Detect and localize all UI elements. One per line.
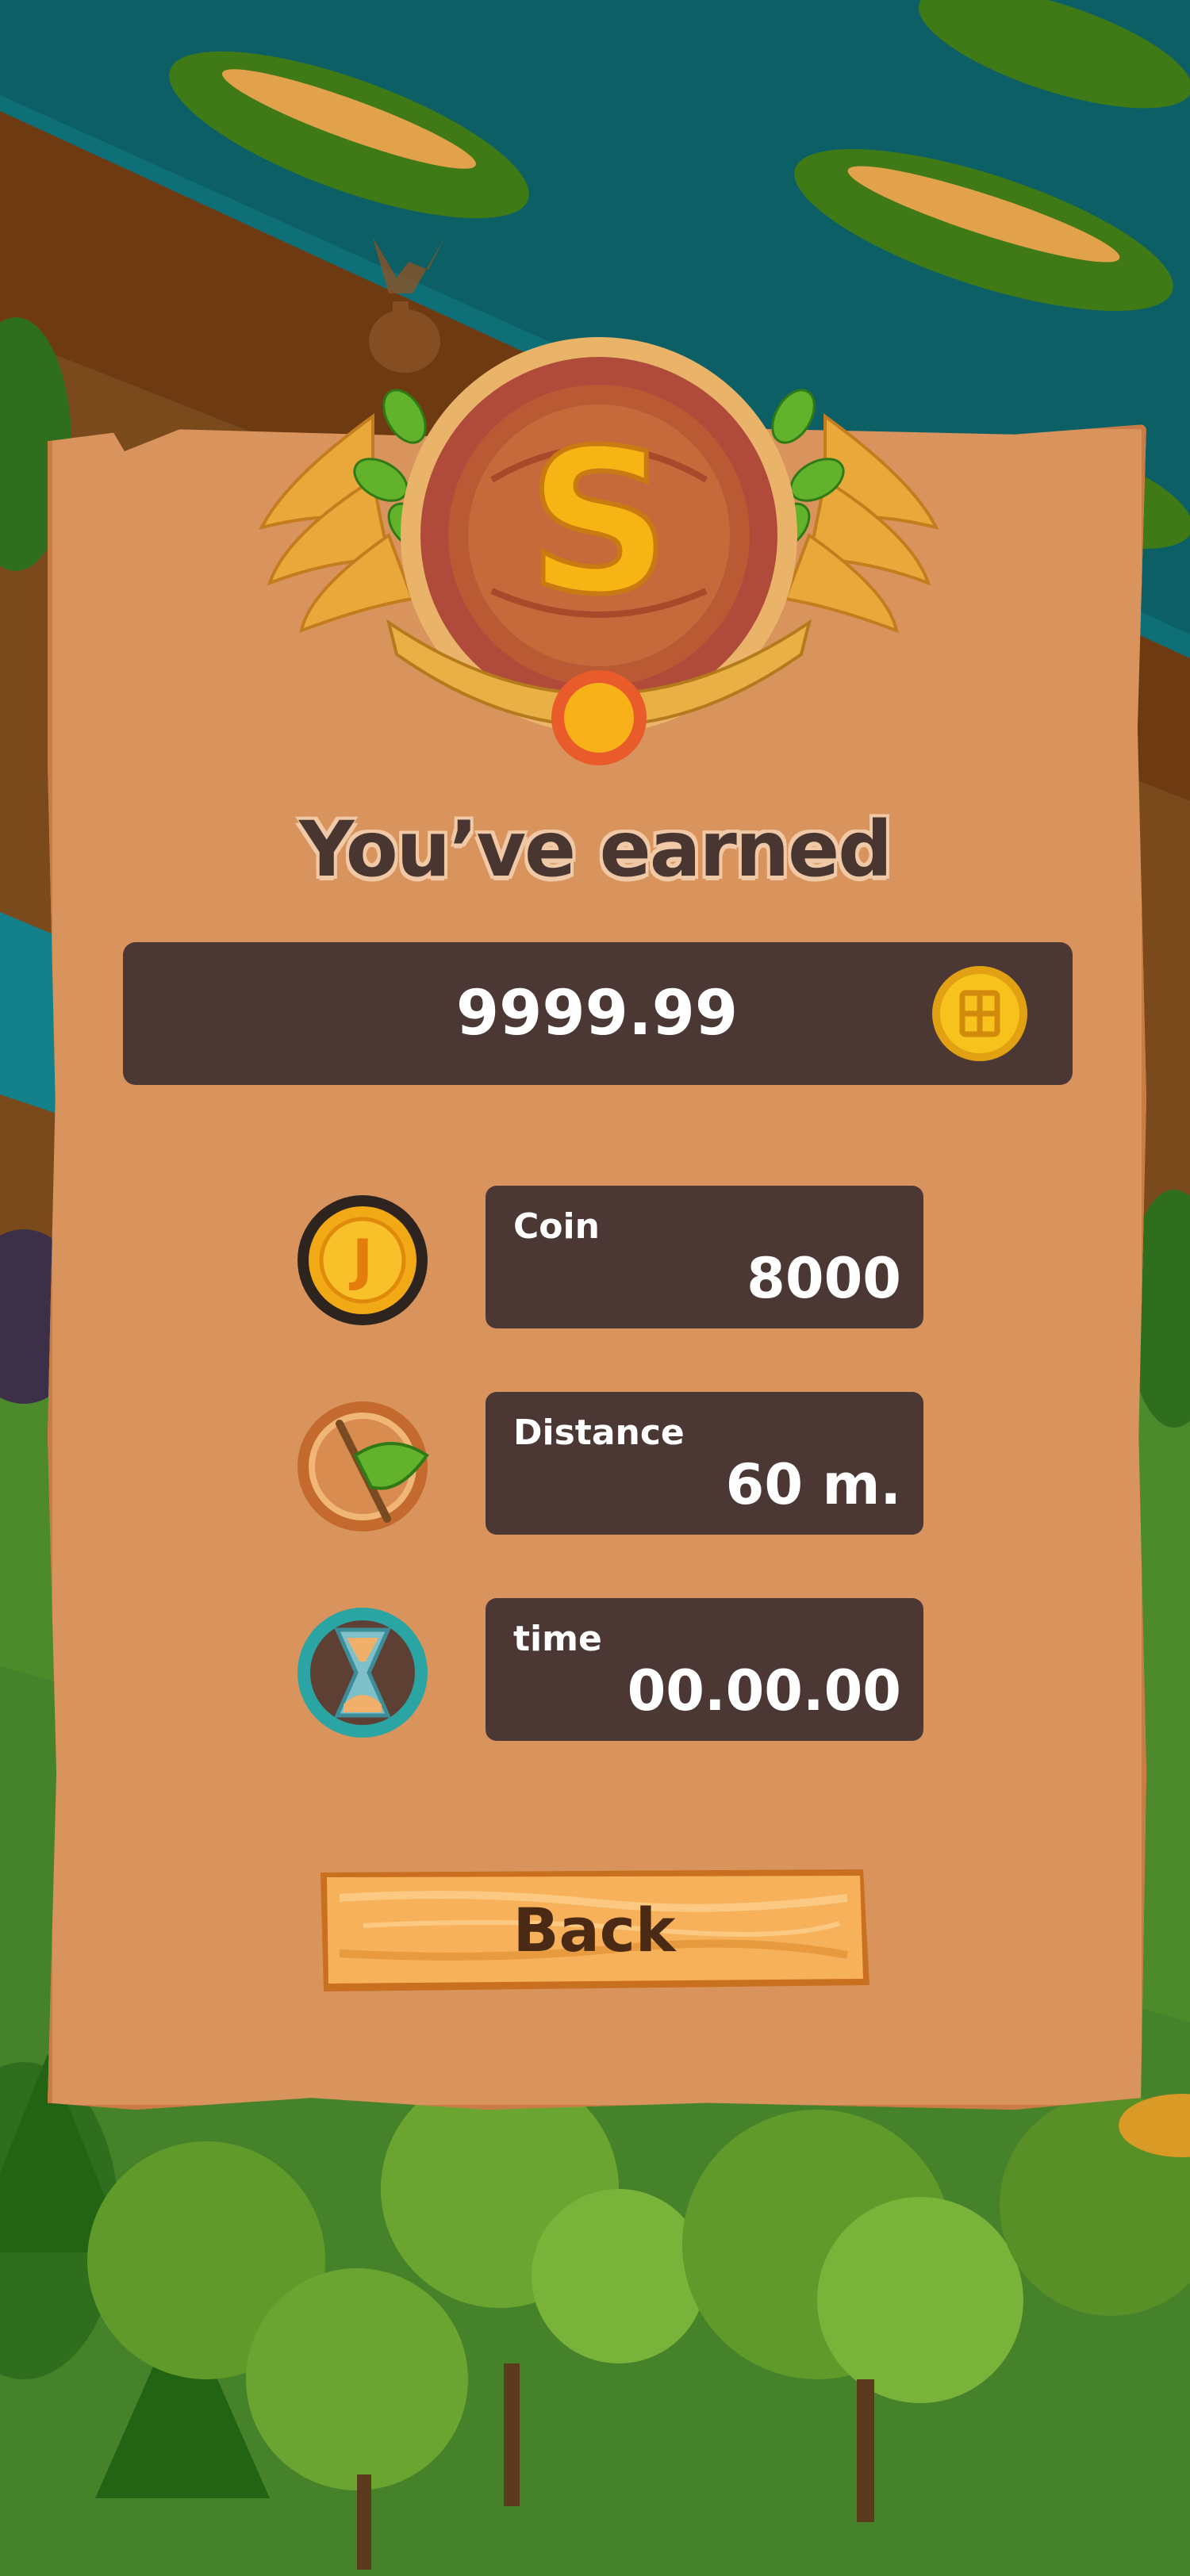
back-button-label: Back [512, 1895, 676, 1965]
earned-title: You’ve earned [299, 805, 892, 894]
hourglass-icon [298, 1608, 428, 1738]
coin-stat-label: Coin [513, 1206, 600, 1247]
svg-text:J: J [349, 1228, 373, 1293]
back-button[interactable]: Back [316, 1866, 873, 1995]
coin-stat-value: 8000 [747, 1246, 901, 1311]
distance-stat-label: Distance [513, 1413, 685, 1453]
time-stat-box: time 00.00.00 [486, 1598, 923, 1741]
earned-total-box: 9999.99 [123, 942, 1073, 1085]
time-stat-label: time [513, 1619, 602, 1659]
coin-icon: J [298, 1195, 428, 1325]
rank-badge: S [259, 337, 939, 765]
rank-letter: S [528, 407, 670, 638]
time-stat-value: 00.00.00 [627, 1658, 901, 1723]
coin-stat-box: Coin 8000 [486, 1186, 923, 1328]
gold-coin-icon [932, 966, 1027, 1061]
distance-stat-box: Distance 60 m. [486, 1392, 923, 1535]
flag-icon [298, 1401, 429, 1531]
distance-stat-value: 60 m. [725, 1452, 901, 1517]
earned-total-value: 9999.99 [455, 978, 739, 1049]
